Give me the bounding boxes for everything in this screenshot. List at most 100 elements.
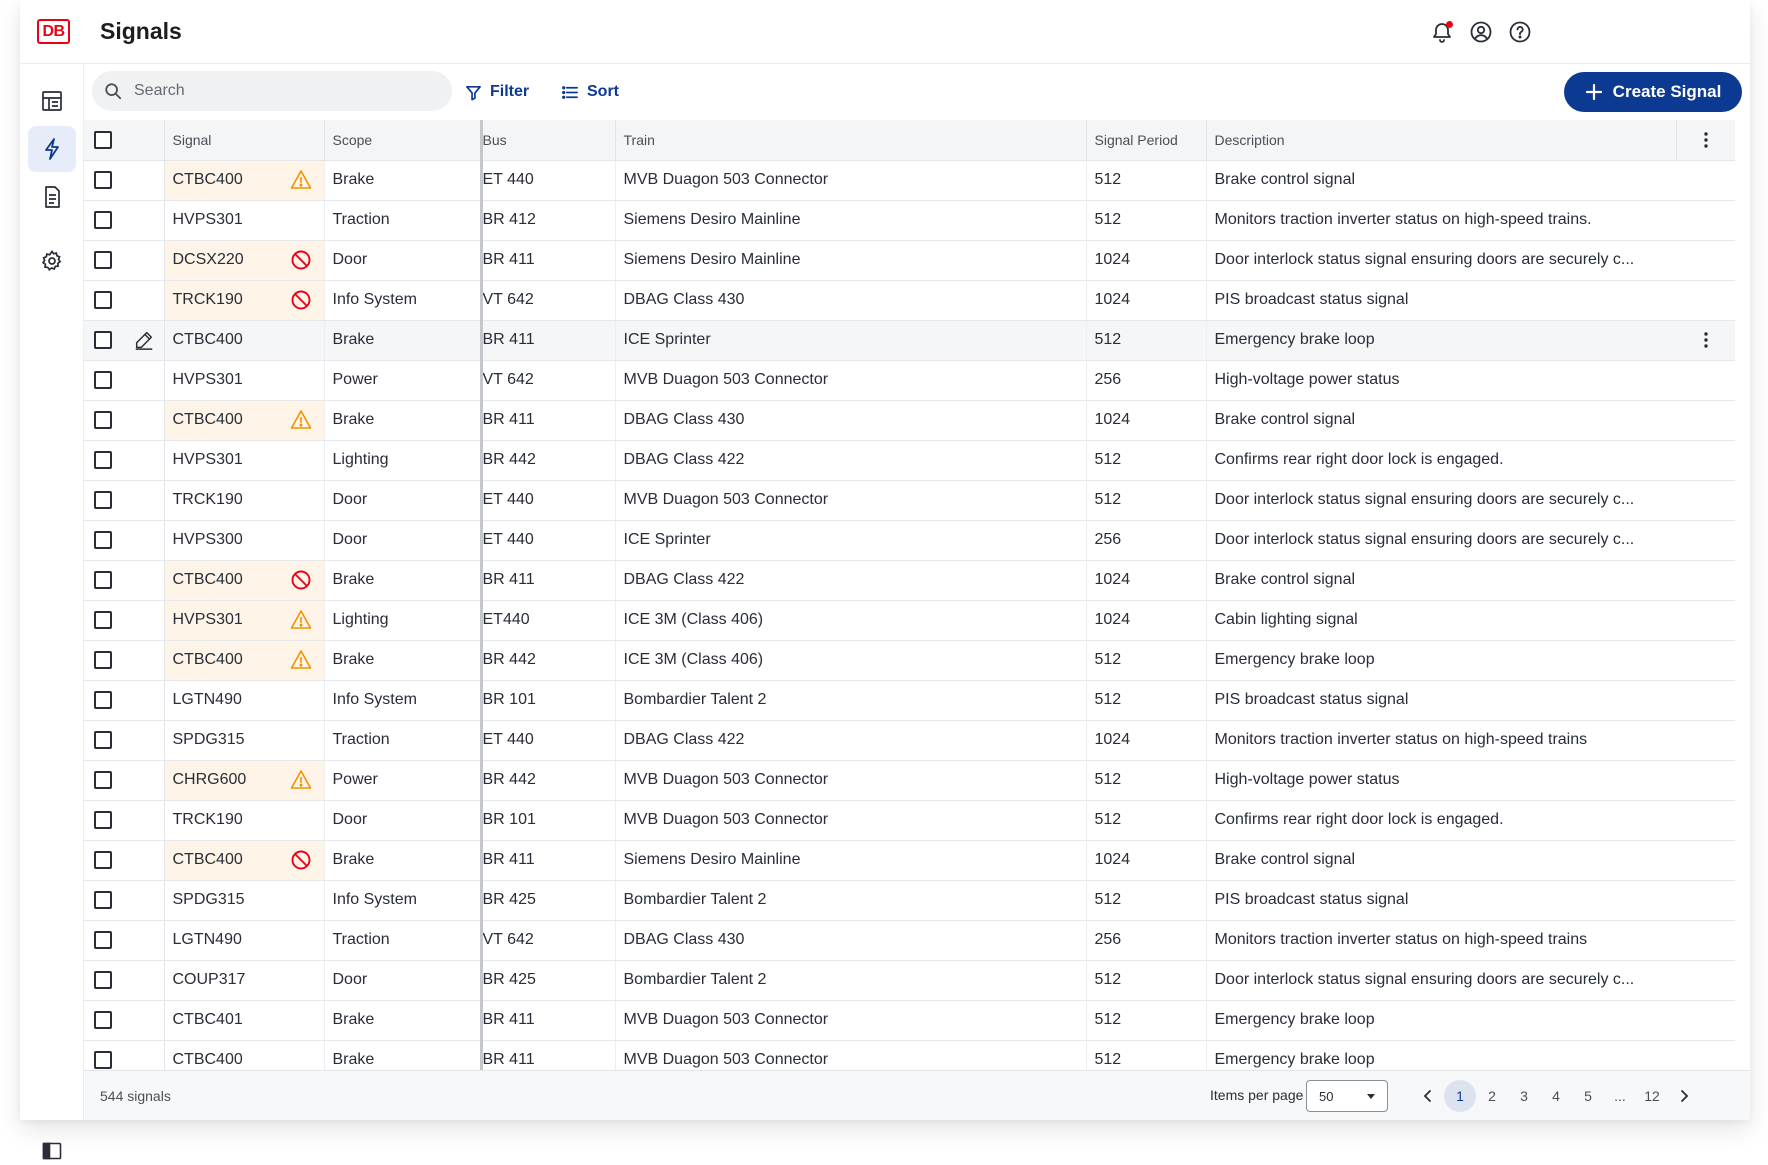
table-row[interactable]: HVPS300 Door ET 440 ICE Sprinter 256 Door int…: [84, 520, 1735, 561]
column-header-scope[interactable]: Scope: [324, 120, 483, 161]
table-row[interactable]: CTBC400 Brake BR 411 ICE Sprinter 512 Emergen…: [84, 320, 1735, 361]
row-checkbox[interactable]: [94, 650, 112, 669]
row-checkbox[interactable]: [94, 610, 112, 629]
edit-pencil-icon[interactable]: [133, 331, 155, 350]
row-checkbox[interactable]: [94, 1050, 112, 1069]
row-edit-cell: [124, 240, 165, 281]
help-circle-icon[interactable]: [1508, 20, 1532, 44]
cell-bus: BR 411: [481, 840, 616, 881]
table-row[interactable]: TRCK190 Door BR 101 MVB Duagon 503 Connecto…: [84, 800, 1735, 841]
table-row[interactable]: CTBC400 Brake BR 411 DBAG Class 430 1024 Brak…: [84, 400, 1735, 441]
row-checkbox[interactable]: [94, 930, 112, 949]
search-box[interactable]: [92, 71, 452, 111]
cell-signal: LGTN490: [164, 680, 279, 721]
row-checkbox[interactable]: [94, 570, 112, 589]
cell-bus: VT 642: [481, 360, 616, 401]
row-checkbox[interactable]: [94, 530, 112, 549]
row-checkbox[interactable]: [94, 450, 112, 469]
page-button[interactable]: 12: [1636, 1080, 1668, 1112]
cell-bus: ET 440: [481, 160, 616, 201]
select-all-checkbox[interactable]: [94, 130, 112, 149]
table-row[interactable]: CTBC400 Brake ET 440 MVB Duagon 503 Connect…: [84, 160, 1735, 201]
column-header-bus[interactable]: Bus: [481, 120, 616, 161]
more-vertical-icon[interactable]: [1696, 130, 1716, 150]
table-row[interactable]: CTBC401 Brake BR 411 MVB Duagon 503 Connect…: [84, 1000, 1735, 1041]
row-checkbox[interactable]: [94, 850, 112, 869]
cell-train: MVB Duagon 503 Connector: [615, 1040, 1087, 1070]
create-signal-button[interactable]: Create Signal: [1564, 72, 1742, 112]
table-row[interactable]: CTBC400 Brake BR 411 DBAG Class 422 1024 Brak…: [84, 560, 1735, 601]
row-checkbox[interactable]: [94, 970, 112, 989]
cell-train: MVB Duagon 503 Connector: [615, 760, 1087, 801]
column-header-signal[interactable]: Signal: [164, 120, 279, 161]
page-button[interactable]: 5: [1572, 1080, 1604, 1112]
cell-bus: ET 440: [481, 480, 616, 521]
row-checkbox[interactable]: [94, 810, 112, 829]
row-checkbox[interactable]: [94, 770, 112, 789]
prev-page-button[interactable]: [1412, 1080, 1444, 1112]
filter-button[interactable]: Filter: [465, 78, 529, 106]
table-row[interactable]: LGTN490 Info System BR 101 Bombardier Talen…: [84, 680, 1735, 721]
row-checkbox[interactable]: [94, 330, 112, 349]
user-circle-icon[interactable]: [1469, 20, 1493, 44]
table-row[interactable]: SPDG315 Info System BR 425 Bombardier Talen…: [84, 880, 1735, 921]
status-cell: [279, 760, 325, 801]
nav-item-settings[interactable]: [28, 238, 76, 284]
table-row[interactable]: CTBC400 Brake BR 411 Siemens Desiro Mainlin…: [84, 840, 1735, 881]
row-checkbox-cell: [84, 360, 124, 401]
row-checkbox[interactable]: [94, 370, 112, 389]
cell-signal: SPDG315: [164, 880, 279, 921]
row-checkbox[interactable]: [94, 690, 112, 709]
next-page-button[interactable]: [1668, 1080, 1700, 1112]
column-header-description[interactable]: Description: [1206, 120, 1677, 161]
page-button[interactable]: 4: [1540, 1080, 1572, 1112]
page-button[interactable]: 1: [1444, 1080, 1476, 1112]
db-logo[interactable]: DB: [37, 19, 70, 44]
cell-signal-period: 512: [1086, 960, 1207, 1001]
table-row[interactable]: SPDG315 Traction ET 440 DBAG Class 422 1024 M…: [84, 720, 1735, 761]
column-header-signal-period[interactable]: Signal Period: [1086, 120, 1207, 161]
items-per-page-select[interactable]: 50: [1306, 1080, 1388, 1112]
table-row[interactable]: DCSX220 Door BR 411 Siemens Desiro Mainline…: [84, 240, 1735, 281]
row-checkbox[interactable]: [94, 250, 112, 269]
table-row[interactable]: LGTN490 Traction VT 642 DBAG Class 430 256 Mo…: [84, 920, 1735, 961]
cell-description: Brake control signal: [1206, 160, 1676, 201]
table-row[interactable]: TRCK190 Info System VT 642 DBAG Class 430 10…: [84, 280, 1735, 321]
row-checkbox[interactable]: [94, 890, 112, 909]
warning-icon: [289, 610, 313, 629]
row-menu-cell: [1676, 840, 1735, 881]
table-row[interactable]: CTBC400 Brake BR 411 MVB Duagon 503 Connect…: [84, 1040, 1735, 1070]
row-checkbox[interactable]: [94, 1010, 112, 1029]
cell-description: PIS broadcast status signal: [1206, 680, 1676, 721]
table-row[interactable]: TRCK190 Door ET 440 MVB Duagon 503 Connecto…: [84, 480, 1735, 521]
cell-bus: BR 442: [481, 760, 616, 801]
cell-description: Emergency brake loop: [1206, 640, 1676, 681]
table-row[interactable]: HVPS301 Lighting BR 442 DBAG Class 422 512 Co…: [84, 440, 1735, 481]
table-row[interactable]: HVPS301 Power VT 642 MVB Duagon 503 Connect…: [84, 360, 1735, 401]
table-row[interactable]: HVPS301 Lighting ET440 ICE 3M (Class 406) 10…: [84, 600, 1735, 641]
page-button[interactable]: 3: [1508, 1080, 1540, 1112]
table-row[interactable]: CHRG600 Power BR 442 MVB Duagon 503 Connect…: [84, 760, 1735, 801]
row-checkbox[interactable]: [94, 290, 112, 309]
table-row[interactable]: CTBC400 Brake BR 442 ICE 3M (Class 406) 512 E…: [84, 640, 1735, 681]
table-row[interactable]: HVPS301 Traction BR 412 Siemens Desiro Main…: [84, 200, 1735, 241]
cell-signal-period: 512: [1086, 1040, 1207, 1070]
page-button[interactable]: 2: [1476, 1080, 1508, 1112]
row-checkbox[interactable]: [94, 410, 112, 429]
table-row[interactable]: COUP317 Door BR 425 Bombardier Talent 2 512 D…: [84, 960, 1735, 1001]
row-checkbox[interactable]: [94, 730, 112, 749]
row-edit-cell: [124, 600, 165, 641]
sort-button[interactable]: Sort: [562, 78, 619, 106]
bell-icon[interactable]: [1430, 20, 1454, 44]
row-checkbox[interactable]: [94, 210, 112, 229]
row-checkbox[interactable]: [94, 170, 112, 189]
sidebar-toggle-icon[interactable]: [42, 1142, 62, 1160]
nav-item-documents[interactable]: [28, 174, 76, 220]
more-vertical-icon[interactable]: [1696, 331, 1716, 348]
nav-item-dashboard[interactable]: [28, 78, 76, 124]
column-header-train[interactable]: Train: [615, 120, 1087, 161]
nav-item-signals[interactable]: [28, 126, 76, 172]
search-input[interactable]: [134, 71, 434, 111]
table-footer: 544 signals Items per page 50 1 2 3 4 5... 12: [84, 1070, 1750, 1120]
row-checkbox[interactable]: [94, 490, 112, 509]
